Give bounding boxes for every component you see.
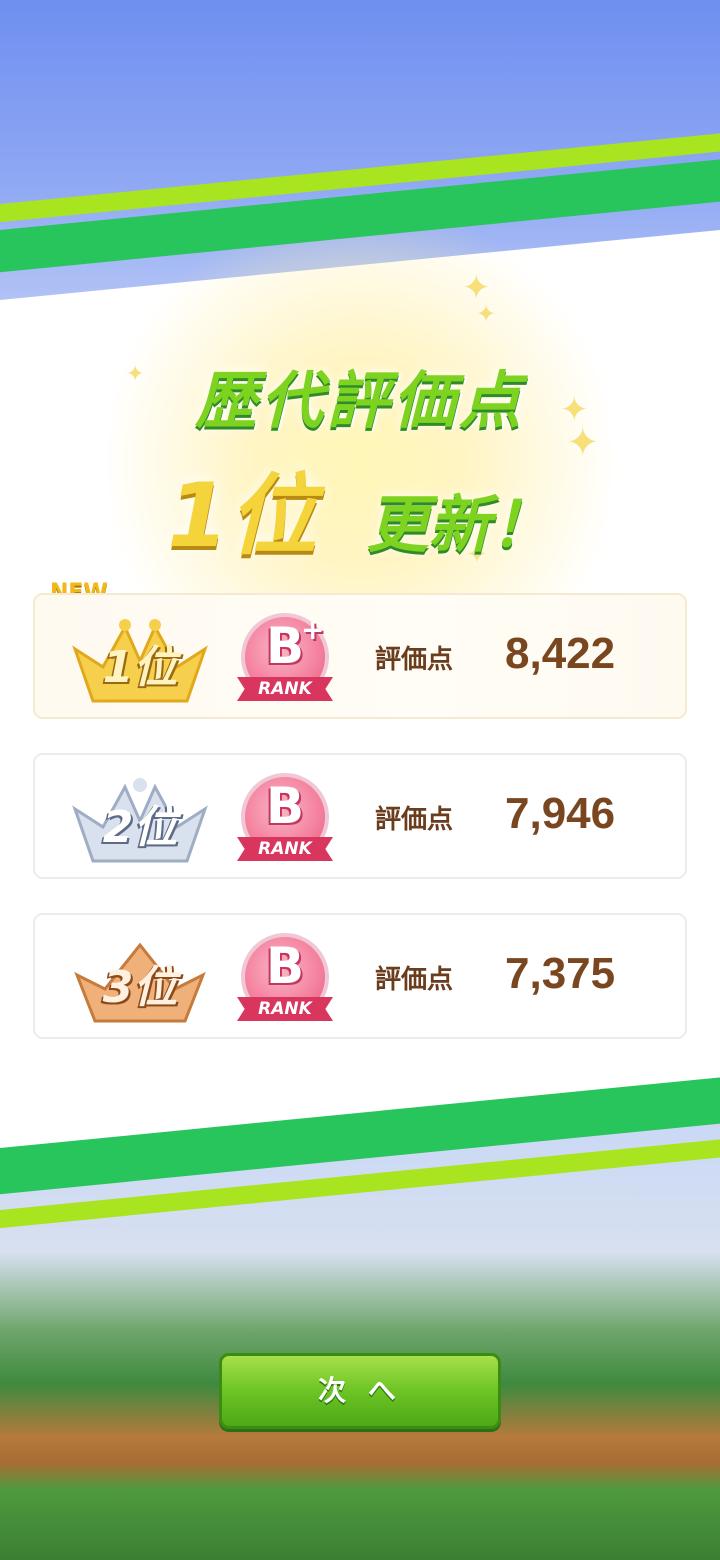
place-badge: 1位 (55, 609, 225, 705)
rank-letter: B (265, 777, 305, 835)
rank-ribbon: RANK (237, 997, 333, 1021)
sparkle-icon: ✦ (476, 300, 497, 328)
headline-place: 1位 (167, 464, 317, 567)
rank-letter: B (265, 937, 305, 995)
rank-badge: B RANK (237, 773, 333, 869)
ranking-card-3: 3位 B RANK 評価点 7,375 (33, 913, 687, 1039)
place-label: 1位 (102, 642, 178, 693)
headline-subtitle: 1位 更新！ (0, 445, 720, 572)
headline-title: 歴代評価点 (194, 364, 525, 437)
next-button[interactable]: 次 へ (219, 1353, 501, 1429)
score-label: 評価点 (375, 805, 454, 835)
rank-badge: B + RANK (237, 613, 333, 709)
score-label: 評価点 (375, 965, 454, 995)
headline-update: 更新！ (366, 488, 553, 561)
place-badge: 2位 (55, 769, 225, 865)
rank-ribbon: RANK (237, 837, 333, 861)
rank-badge: B RANK (237, 933, 333, 1029)
place-label: 3位 (102, 962, 178, 1013)
rank-ribbon: RANK (237, 677, 333, 701)
score-label: 評価点 (375, 645, 454, 675)
score-value: 7,946 (505, 789, 616, 838)
score-value: 8,422 (505, 629, 616, 678)
ranking-card-2: 2位 B RANK 評価点 7,946 (33, 753, 687, 879)
rank-plus: + (301, 613, 325, 646)
place-badge: 3位 (55, 929, 225, 1025)
ranking-card-1: 1位 B + RANK 評価点 8,422 (33, 593, 687, 719)
score-value: 7,375 (505, 949, 616, 998)
place-label: 2位 (102, 802, 178, 853)
